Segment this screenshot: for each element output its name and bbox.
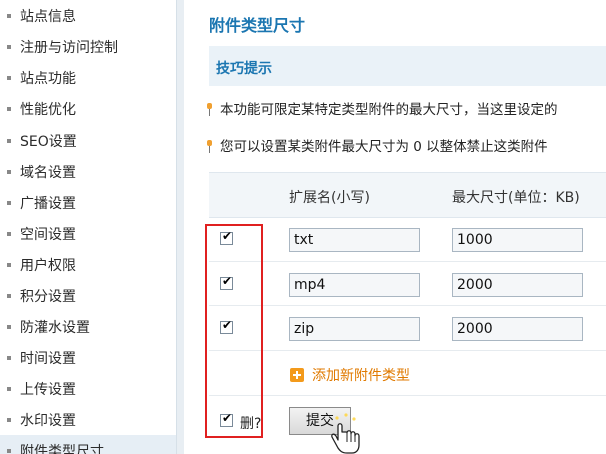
sidebar-item-label: 时间设置 [20,350,76,367]
bullet-icon [7,262,11,267]
sidebar-item-user-permissions[interactable]: 用户权限 [0,249,176,280]
bullet-icon [7,355,11,360]
bullet-icon [7,417,11,422]
sidebar-item-attachment-size[interactable]: 附件类型尺寸 [0,435,176,454]
tip-item: 本功能可限定某特定类型附件的最大尺寸，当这里设定的 [207,98,558,118]
bullet-icon [7,138,11,143]
row-divider [209,350,606,351]
sidebar-item-time[interactable]: 时间设置 [0,342,176,373]
extension-input[interactable] [289,273,420,297]
bullet-icon [7,231,11,236]
sidebar-item-label: 防灌水设置 [20,319,90,336]
bullet-icon [7,324,11,329]
row-divider [209,395,606,396]
bullet-icon [7,448,11,453]
add-icon [290,368,304,382]
sidebar: 站点信息 注册与访问控制 站点功能 性能优化 SEO设置 域名设置 广播设置 空… [0,0,176,454]
max-size-input[interactable] [452,273,583,297]
page-title: 附件类型尺寸 [209,16,306,35]
pin-icon [206,140,212,153]
sidebar-item-performance[interactable]: 性能优化 [0,93,176,124]
sidebar-item-label: 站点功能 [20,70,76,87]
sidebar-item-label: 性能优化 [20,101,76,118]
checkbox-highlight-box [205,224,263,438]
column-header-max-size: 最大尺寸(单位：KB) [452,190,580,206]
bullet-icon [7,169,11,174]
sidebar-item-credits[interactable]: 积分设置 [0,280,176,311]
sidebar-item-label: 用户权限 [20,257,76,274]
pin-icon [206,103,212,116]
sidebar-item-domain[interactable]: 域名设置 [0,156,176,187]
extension-input[interactable] [289,317,420,341]
sidebar-item-label: 空间设置 [20,226,76,243]
row-divider [209,261,606,262]
extension-input[interactable] [289,228,420,252]
bullet-icon [7,200,11,205]
bullet-icon [7,386,11,391]
bullet-icon [7,44,11,49]
bullet-icon [7,75,11,80]
sidebar-item-watermark[interactable]: 水印设置 [0,404,176,435]
sidebar-item-seo[interactable]: SEO设置 [0,125,176,156]
sidebar-item-label: 广播设置 [20,195,76,212]
column-header-extension: 扩展名(小写) [289,190,370,206]
sidebar-item-label: 水印设置 [20,412,76,429]
sidebar-item-label: 注册与访问控制 [20,39,118,56]
sidebar-item-anti-spam[interactable]: 防灌水设置 [0,311,176,342]
max-size-input[interactable] [452,228,583,252]
row-divider [209,305,606,306]
add-attachment-type-label: 添加新附件类型 [312,368,410,384]
tips-title: 技巧提示 [216,61,272,77]
sidebar-scrollbar[interactable] [176,0,184,454]
tip-text: 您可以设置某类附件最大尺寸为 0 以整体禁止这类附件 [220,139,548,155]
bullet-icon [7,106,11,111]
sidebar-item-label: SEO设置 [20,133,77,150]
sidebar-item-site-info[interactable]: 站点信息 [0,0,176,31]
sidebar-item-register-access[interactable]: 注册与访问控制 [0,31,176,62]
bullet-icon [7,293,11,298]
table-header: 扩展名(小写) 最大尺寸(单位：KB) [209,172,606,218]
sidebar-item-space[interactable]: 空间设置 [0,218,176,249]
sidebar-item-label: 附件类型尺寸 [20,443,104,454]
add-attachment-type-link[interactable]: 添加新附件类型 [290,365,410,385]
sidebar-item-label: 上传设置 [20,381,76,398]
sidebar-item-label: 积分设置 [20,288,76,305]
sidebar-item-site-features[interactable]: 站点功能 [0,62,176,93]
tip-item: 您可以设置某类附件最大尺寸为 0 以整体禁止这类附件 [207,135,548,155]
max-size-input[interactable] [452,317,583,341]
sidebar-item-upload[interactable]: 上传设置 [0,373,176,404]
sidebar-item-label: 域名设置 [20,164,76,181]
bullet-icon [7,13,11,18]
sidebar-item-broadcast[interactable]: 广播设置 [0,187,176,218]
tip-text: 本功能可限定某特定类型附件的最大尺寸，当这里设定的 [220,102,558,118]
sidebar-item-label: 站点信息 [20,8,76,25]
hand-cursor-icon [331,413,360,454]
tips-header: 技巧提示 [209,46,606,86]
